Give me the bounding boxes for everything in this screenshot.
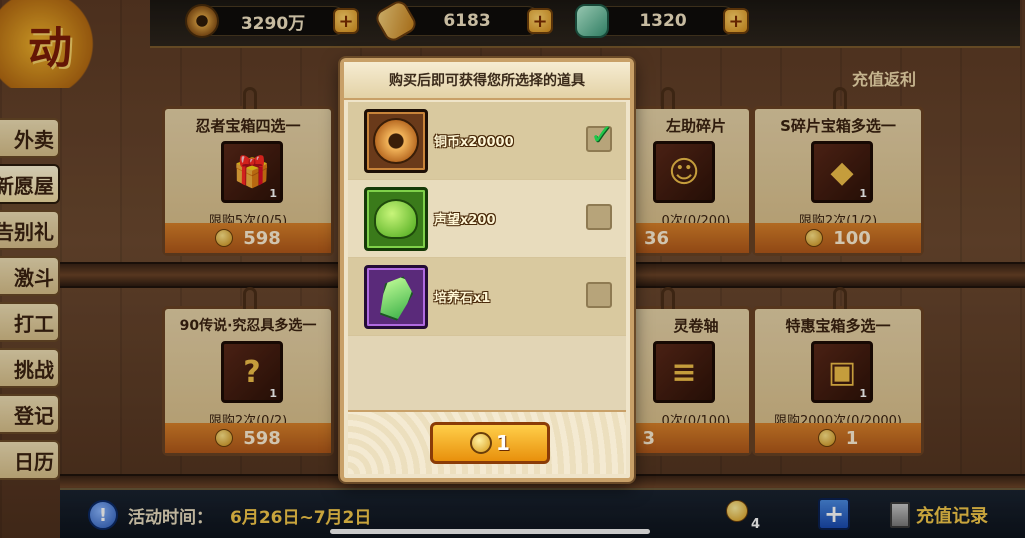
option-checkbox[interactable] xyxy=(586,204,612,230)
item-choice-modal: 购买后即可获得您所选择的道具 铜币x20000 ✓ 声望x200 培养石x1 1 xyxy=(340,58,634,482)
option-label: 铜币x20000 xyxy=(434,135,514,150)
modal-title: 购买后即可获得您所选择的道具 xyxy=(344,62,630,100)
option-label: 培养石x1 xyxy=(434,291,491,306)
modal-footer: 1 xyxy=(348,410,626,474)
green-gem-icon xyxy=(364,264,428,329)
option-row[interactable]: 声望x200 xyxy=(348,180,626,258)
option-label: 声望x200 xyxy=(434,213,496,228)
frog-icon xyxy=(364,186,428,251)
check-icon: ✓ xyxy=(590,118,614,151)
option-checkbox[interactable] xyxy=(586,282,612,308)
copper-coin-icon xyxy=(364,108,428,173)
option-list: 铜币x20000 ✓ 声望x200 培养石x1 xyxy=(348,102,626,414)
buy-button[interactable]: 1 xyxy=(430,422,550,464)
option-row[interactable]: 铜币x20000 ✓ xyxy=(348,102,626,180)
bell-currency-icon xyxy=(470,432,493,454)
option-checkbox[interactable]: ✓ xyxy=(586,118,613,152)
buy-price: 1 xyxy=(496,431,510,455)
option-row[interactable]: 培养石x1 xyxy=(348,258,626,336)
home-indicator[interactable] xyxy=(330,529,650,534)
